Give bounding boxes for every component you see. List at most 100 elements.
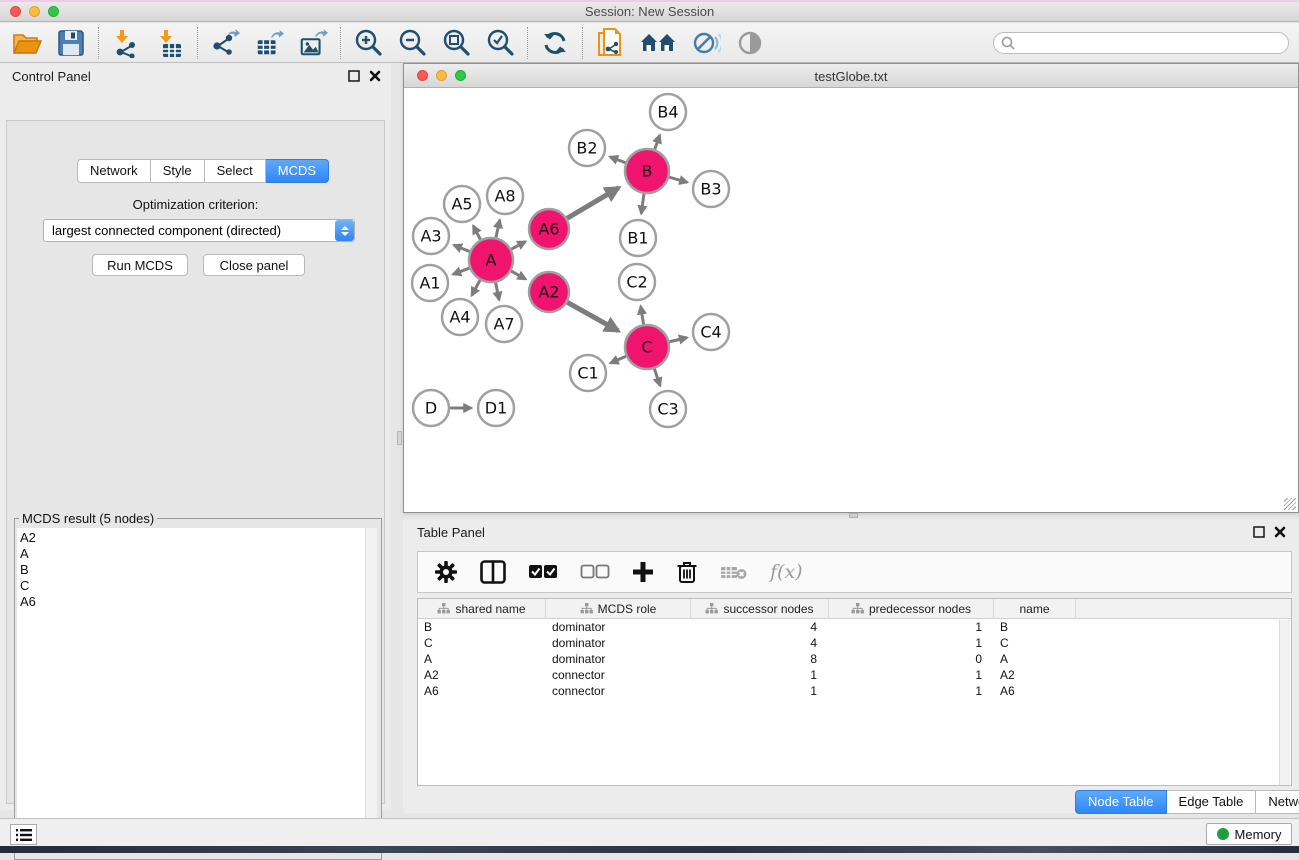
edge-A-A5[interactable] bbox=[473, 226, 480, 240]
table-row[interactable]: A2connector11A2 bbox=[418, 667, 1291, 683]
tab-mcds[interactable]: MCDS bbox=[266, 159, 329, 183]
close-panel-icon[interactable] bbox=[369, 70, 381, 82]
node-B4[interactable]: B4 bbox=[650, 94, 686, 130]
float-panel-icon[interactable] bbox=[1253, 526, 1265, 538]
cell-shared-name[interactable]: A bbox=[418, 651, 546, 667]
cell-MCDS-role[interactable]: dominator bbox=[546, 635, 691, 651]
home-icon[interactable] bbox=[639, 28, 677, 58]
column-header-successor-nodes[interactable]: successor nodes bbox=[691, 599, 829, 619]
export-image-icon[interactable] bbox=[298, 28, 328, 58]
cell-shared-name[interactable]: B bbox=[418, 619, 546, 635]
edge-A-A7[interactable] bbox=[496, 283, 500, 300]
edge-B-B3[interactable] bbox=[669, 177, 687, 182]
tab-network[interactable]: Network bbox=[77, 159, 151, 183]
node-A3[interactable]: A3 bbox=[413, 218, 449, 254]
node-C1[interactable]: C1 bbox=[570, 355, 606, 391]
edge-A-A6[interactable] bbox=[511, 242, 525, 250]
edge-C-C4[interactable] bbox=[669, 338, 687, 342]
node-C[interactable]: C bbox=[625, 325, 669, 369]
cell-shared-name[interactable]: A6 bbox=[418, 683, 546, 699]
new-network-from-selection-icon[interactable] bbox=[595, 28, 625, 58]
edge-A-A3[interactable] bbox=[454, 245, 470, 251]
unselect-all-columns-icon[interactable] bbox=[580, 563, 610, 581]
node-B2[interactable]: B2 bbox=[569, 130, 605, 166]
import-table-icon[interactable] bbox=[155, 28, 185, 58]
mcds-result-item[interactable]: A6 bbox=[20, 594, 367, 610]
cell-name[interactable]: C bbox=[994, 635, 1076, 651]
node-B[interactable]: B bbox=[625, 149, 669, 193]
node-A6[interactable]: A6 bbox=[529, 209, 569, 249]
cell-successor-nodes[interactable]: 8 bbox=[691, 651, 829, 667]
show-graphics-details-icon[interactable] bbox=[735, 28, 765, 58]
column-header-predecessor-nodes[interactable]: predecessor nodes bbox=[829, 599, 994, 619]
table-row[interactable]: A6connector11A6 bbox=[418, 683, 1291, 699]
refresh-layout-icon[interactable] bbox=[540, 28, 570, 58]
table-row[interactable]: Bdominator41B bbox=[418, 619, 1291, 635]
criterion-dropdown[interactable]: largest connected component (directed) bbox=[43, 219, 355, 242]
column-header-MCDS-role[interactable]: MCDS role bbox=[546, 599, 691, 619]
splitter-handle[interactable] bbox=[397, 431, 402, 445]
edge-C-C3[interactable] bbox=[654, 369, 660, 386]
float-panel-icon[interactable] bbox=[348, 70, 360, 82]
cell-successor-nodes[interactable]: 1 bbox=[691, 667, 829, 683]
node-A[interactable]: A bbox=[469, 238, 513, 282]
cell-predecessor-nodes[interactable]: 1 bbox=[829, 635, 994, 651]
edge-A-A2[interactable] bbox=[511, 271, 526, 279]
cell-name[interactable]: A6 bbox=[994, 683, 1076, 699]
task-history-button[interactable] bbox=[10, 824, 37, 845]
mcds-result-item[interactable]: C bbox=[20, 578, 367, 594]
export-network-icon[interactable] bbox=[210, 28, 240, 58]
run-mcds-button[interactable]: Run MCDS bbox=[92, 254, 188, 276]
node-A4[interactable]: A4 bbox=[442, 299, 478, 335]
column-header-shared-name[interactable]: shared name bbox=[418, 599, 546, 619]
import-network-icon[interactable] bbox=[111, 28, 141, 58]
node-A7[interactable]: A7 bbox=[486, 306, 522, 342]
cell-MCDS-role[interactable]: connector bbox=[546, 667, 691, 683]
zoom-fit-icon[interactable] bbox=[441, 28, 471, 58]
cell-MCDS-role[interactable]: dominator bbox=[546, 651, 691, 667]
tab-node-table[interactable]: Node Table bbox=[1075, 790, 1167, 814]
cell-shared-name[interactable]: C bbox=[418, 635, 546, 651]
create-column-plus-icon[interactable] bbox=[632, 561, 654, 583]
cell-predecessor-nodes[interactable]: 1 bbox=[829, 619, 994, 635]
column-header-name[interactable]: name bbox=[994, 599, 1076, 619]
save-session-icon[interactable] bbox=[56, 28, 86, 58]
show-columns-icon[interactable] bbox=[480, 560, 506, 584]
network-window-titlebar[interactable]: testGlobe.txt bbox=[404, 64, 1298, 88]
select-all-columns-icon[interactable] bbox=[528, 563, 558, 581]
zoom-selected-icon[interactable] bbox=[485, 28, 515, 58]
zoom-out-icon[interactable] bbox=[397, 28, 427, 58]
tab-edge-table[interactable]: Edge Table bbox=[1167, 790, 1257, 814]
cell-MCDS-role[interactable]: connector bbox=[546, 683, 691, 699]
edge-B-B4[interactable] bbox=[655, 135, 660, 149]
edge-A-A8[interactable] bbox=[496, 220, 500, 237]
mcds-result-item[interactable]: A bbox=[20, 546, 367, 562]
node-D[interactable]: D bbox=[413, 390, 449, 426]
table-scrollbar[interactable] bbox=[1279, 620, 1290, 785]
edge-A6-B[interactable] bbox=[567, 188, 619, 218]
edge-A-A4[interactable] bbox=[472, 280, 480, 295]
cell-name[interactable]: A2 bbox=[994, 667, 1076, 683]
edge-A-A1[interactable] bbox=[453, 268, 469, 274]
mcds-result-list[interactable]: A2ABCA6 bbox=[17, 528, 367, 853]
tab-select[interactable]: Select bbox=[205, 159, 266, 183]
memory-button[interactable]: Memory bbox=[1206, 823, 1292, 845]
node-B1[interactable]: B1 bbox=[620, 220, 656, 256]
edge-C-C1[interactable] bbox=[611, 356, 626, 363]
node-table[interactable]: shared nameMCDS rolesuccessor nodesprede… bbox=[417, 598, 1292, 786]
node-A5[interactable]: A5 bbox=[444, 186, 480, 222]
node-A1[interactable]: A1 bbox=[412, 265, 448, 301]
cell-shared-name[interactable]: A2 bbox=[418, 667, 546, 683]
cell-name[interactable]: B bbox=[994, 619, 1076, 635]
tab-style[interactable]: Style bbox=[151, 159, 205, 183]
open-session-icon[interactable] bbox=[12, 28, 42, 58]
cell-predecessor-nodes[interactable]: 1 bbox=[829, 683, 994, 699]
edge-C-C2[interactable] bbox=[641, 306, 644, 324]
table-row[interactable]: Cdominator41C bbox=[418, 635, 1291, 651]
node-C3[interactable]: C3 bbox=[650, 391, 686, 427]
splitter-handle[interactable] bbox=[849, 513, 858, 518]
cell-successor-nodes[interactable]: 4 bbox=[691, 635, 829, 651]
cell-predecessor-nodes[interactable]: 1 bbox=[829, 667, 994, 683]
node-C2[interactable]: C2 bbox=[619, 264, 655, 300]
mcds-list-scrollbar[interactable] bbox=[365, 528, 377, 853]
